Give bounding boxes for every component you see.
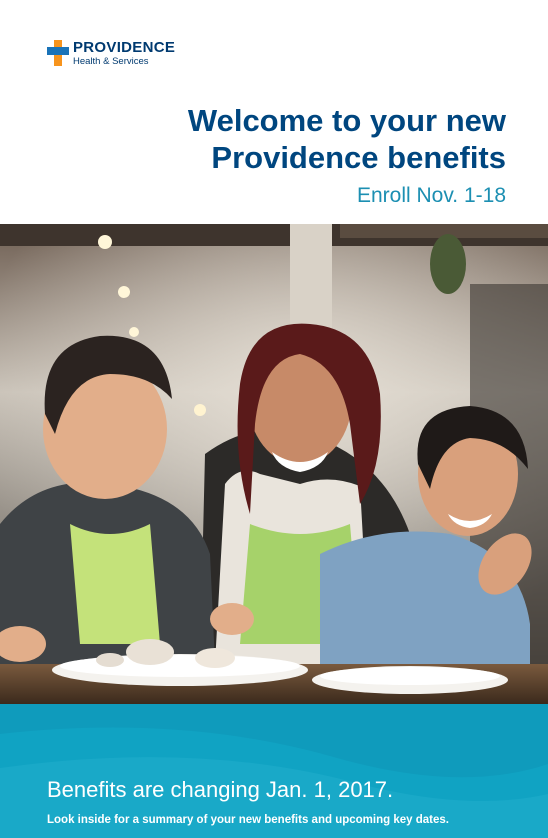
title-line-2: Providence benefits xyxy=(211,140,506,175)
benefits-headline: Benefits are changing Jan. 1, 2017. xyxy=(47,777,394,802)
logo-subname: Health & Services xyxy=(73,56,149,67)
cross-logo-icon xyxy=(47,40,69,66)
page-title: Welcome to your new Providence benefits xyxy=(86,102,506,176)
family-photo-illustration xyxy=(0,224,548,704)
enroll-dates: Enroll Nov. 1-18 xyxy=(356,184,506,207)
title-line-1: Welcome to your new xyxy=(187,103,506,138)
brochure-cover: PROVIDENCE Health & Services Welcome to … xyxy=(0,0,548,838)
providence-logo: PROVIDENCE Health & Services xyxy=(47,40,175,70)
benefits-note: Look inside for a summary of your new be… xyxy=(47,814,449,826)
logo-name: PROVIDENCE xyxy=(73,39,176,56)
family-photo xyxy=(0,224,548,704)
header: PROVIDENCE Health & Services Welcome to … xyxy=(0,0,548,224)
